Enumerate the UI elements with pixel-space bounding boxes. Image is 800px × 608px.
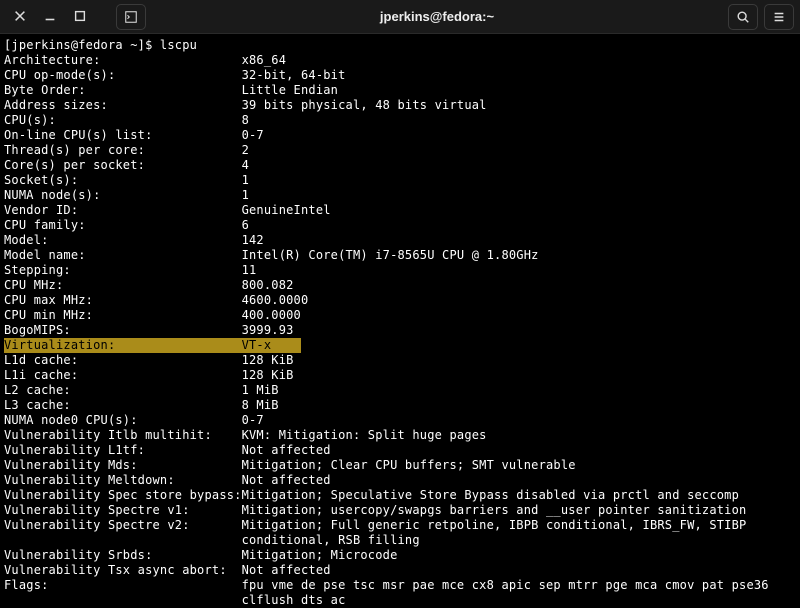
- output-row: L1i cache: 128 KiB: [4, 368, 796, 383]
- output-row: CPU min MHz: 400.0000: [4, 308, 796, 323]
- new-tab-button[interactable]: [116, 4, 146, 30]
- maximize-icon: [73, 9, 87, 23]
- close-icon: [13, 9, 27, 23]
- output-row: Virtualization: VT-x: [4, 338, 796, 353]
- menu-button[interactable]: [764, 4, 794, 30]
- output-row: conditional, RSB filling: [4, 533, 796, 548]
- terminal-body[interactable]: [jperkins@fedora ~]$ lscpuArchitecture: …: [0, 34, 800, 608]
- output-row: Vendor ID: GenuineIntel: [4, 203, 796, 218]
- output-row: Address sizes: 39 bits physical, 48 bits…: [4, 98, 796, 113]
- output-row: On-line CPU(s) list: 0-7: [4, 128, 796, 143]
- output-row: Core(s) per socket: 4: [4, 158, 796, 173]
- output-row: Vulnerability Spectre v1: Mitigation; us…: [4, 503, 796, 518]
- window-controls: [6, 4, 146, 30]
- close-button[interactable]: [6, 4, 34, 28]
- output-row: CPU(s): 8: [4, 113, 796, 128]
- output-row: Socket(s): 1: [4, 173, 796, 188]
- output-row: NUMA node(s): 1: [4, 188, 796, 203]
- titlebar-actions: [728, 4, 794, 30]
- output-row: L1d cache: 128 KiB: [4, 353, 796, 368]
- output-row: Vulnerability Mds: Mitigation; Clear CPU…: [4, 458, 796, 473]
- output-row: Vulnerability Spec store bypass:Mitigati…: [4, 488, 796, 503]
- output-row: Vulnerability Itlb multihit: KVM: Mitiga…: [4, 428, 796, 443]
- output-row: Vulnerability Meltdown: Not affected: [4, 473, 796, 488]
- output-row: Stepping: 11: [4, 263, 796, 278]
- output-row: CPU MHz: 800.082: [4, 278, 796, 293]
- terminal-icon: [124, 10, 138, 24]
- output-row: Byte Order: Little Endian: [4, 83, 796, 98]
- window-title: jperkins@fedora:~: [146, 9, 728, 24]
- maximize-button[interactable]: [66, 4, 94, 28]
- prompt: [jperkins@fedora ~]$: [4, 38, 160, 52]
- output-row: CPU op-mode(s): 32-bit, 64-bit: [4, 68, 796, 83]
- titlebar: jperkins@fedora:~: [0, 0, 800, 34]
- command: lscpu: [160, 38, 197, 52]
- output-row: Vulnerability Tsx async abort: Not affec…: [4, 563, 796, 578]
- output-row: BogoMIPS: 3999.93: [4, 323, 796, 338]
- output-row: Vulnerability Srbds: Mitigation; Microco…: [4, 548, 796, 563]
- output-row: Thread(s) per core: 2: [4, 143, 796, 158]
- output-row: Model name: Intel(R) Core(TM) i7-8565U C…: [4, 248, 796, 263]
- output-row: CPU family: 6: [4, 218, 796, 233]
- output-row: Vulnerability Spectre v2: Mitigation; Fu…: [4, 518, 796, 533]
- prompt-line: [jperkins@fedora ~]$ lscpu: [4, 38, 796, 53]
- output-row: Vulnerability L1tf: Not affected: [4, 443, 796, 458]
- hamburger-icon: [772, 10, 786, 24]
- output-row: L2 cache: 1 MiB: [4, 383, 796, 398]
- output-row: NUMA node0 CPU(s): 0-7: [4, 413, 796, 428]
- output-row: Architecture: x86_64: [4, 53, 796, 68]
- search-button[interactable]: [728, 4, 758, 30]
- search-icon: [736, 10, 750, 24]
- minimize-button[interactable]: [36, 4, 64, 28]
- output-row: Model: 142: [4, 233, 796, 248]
- minimize-icon: [43, 9, 57, 23]
- highlighted-row: Virtualization: VT-x: [4, 338, 301, 353]
- output-row: clflush dts ac: [4, 593, 796, 608]
- output-row: L3 cache: 8 MiB: [4, 398, 796, 413]
- output-row: CPU max MHz: 4600.0000: [4, 293, 796, 308]
